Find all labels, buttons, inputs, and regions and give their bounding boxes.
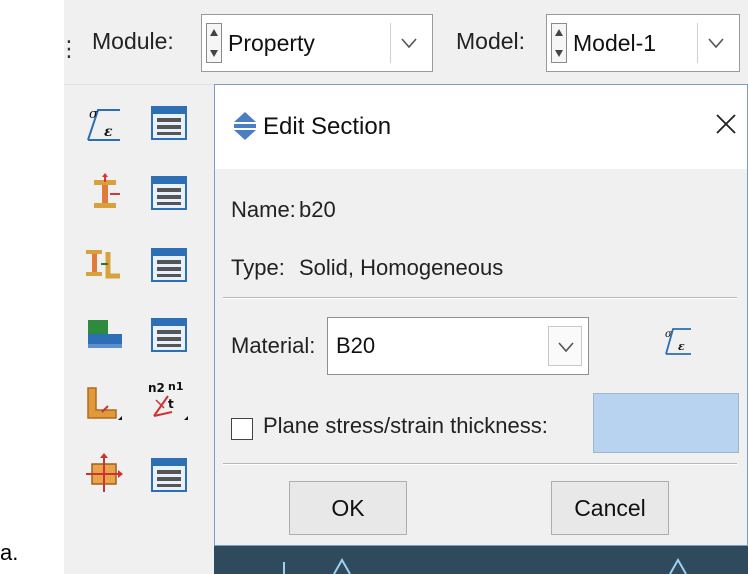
module-label: Module: <box>92 28 174 54</box>
create-material-icon[interactable]: σε <box>663 323 693 357</box>
assign-section-icon[interactable] <box>84 312 124 354</box>
module-spinner-icon[interactable] <box>206 23 222 63</box>
plane-stress-checkbox[interactable] <box>231 418 253 440</box>
svg-text:n2: n2 <box>148 381 165 395</box>
svg-text:σ: σ <box>89 107 99 122</box>
thickness-input[interactable] <box>593 393 739 453</box>
separator <box>223 463 737 465</box>
type-label: Type: <box>231 255 285 280</box>
section-manager-icon[interactable] <box>150 174 188 212</box>
dialog-title-bar[interactable]: Edit Section <box>215 85 747 169</box>
section-assignment-manager-icon[interactable] <box>150 316 188 354</box>
skin-manager-icon[interactable] <box>150 456 188 494</box>
svg-text:ε: ε <box>678 340 685 353</box>
svg-text:σ: σ <box>665 329 673 340</box>
ok-button[interactable]: OK <box>289 481 407 535</box>
type-value: Solid, Homogeneous <box>299 255 504 280</box>
toolbar-grip-icon: ⋮ <box>58 36 80 61</box>
profile-manager-icon[interactable] <box>150 246 188 284</box>
chevron-down-icon[interactable] <box>697 23 733 63</box>
module-select[interactable]: Property <box>201 14 433 72</box>
chevron-down-icon[interactable] <box>548 326 582 366</box>
property-toolbox: σε n2 n1 t <box>64 86 214 574</box>
assign-normal-tangent-icon[interactable]: n2 n1 t <box>146 378 190 422</box>
context-bar: ⋮ Module: Property Model: Model-1 <box>58 0 748 85</box>
svg-text:n1: n1 <box>168 380 184 393</box>
dialog-title: Edit Section <box>263 113 392 140</box>
name-label: Name: <box>231 197 296 222</box>
section-dialog-icon <box>232 110 258 142</box>
material-icon[interactable]: σε <box>84 102 124 144</box>
material-label: Material: <box>231 333 316 358</box>
profile-icon[interactable] <box>84 242 124 284</box>
cancel-button[interactable]: Cancel <box>551 481 669 535</box>
plane-stress-label: Plane stress/strain thickness: <box>263 413 548 438</box>
figure-label: a. <box>0 540 19 565</box>
name-value: b20 <box>299 197 336 222</box>
separator <box>223 297 737 299</box>
model-label: Model: <box>456 28 526 54</box>
close-icon[interactable] <box>711 109 741 139</box>
skin-icon[interactable] <box>84 452 124 494</box>
edit-section-dialog: Edit Section Name: b20 Type: Solid, Homo… <box>214 84 748 546</box>
chevron-down-icon[interactable] <box>390 23 426 63</box>
material-select[interactable]: B20 <box>327 317 589 375</box>
material-manager-icon[interactable] <box>150 104 188 142</box>
svg-text:ε: ε <box>104 124 113 140</box>
material-value: B20 <box>336 333 376 358</box>
model-spinner-icon[interactable] <box>551 23 567 63</box>
model-value: Model-1 <box>573 30 657 56</box>
svg-text:t: t <box>168 397 174 411</box>
assign-beam-orientation-icon[interactable] <box>84 382 124 424</box>
model-select[interactable]: Model-1 <box>546 14 740 72</box>
module-value: Property <box>228 30 315 56</box>
viewport-strip <box>214 546 748 574</box>
section-icon[interactable] <box>86 172 126 214</box>
